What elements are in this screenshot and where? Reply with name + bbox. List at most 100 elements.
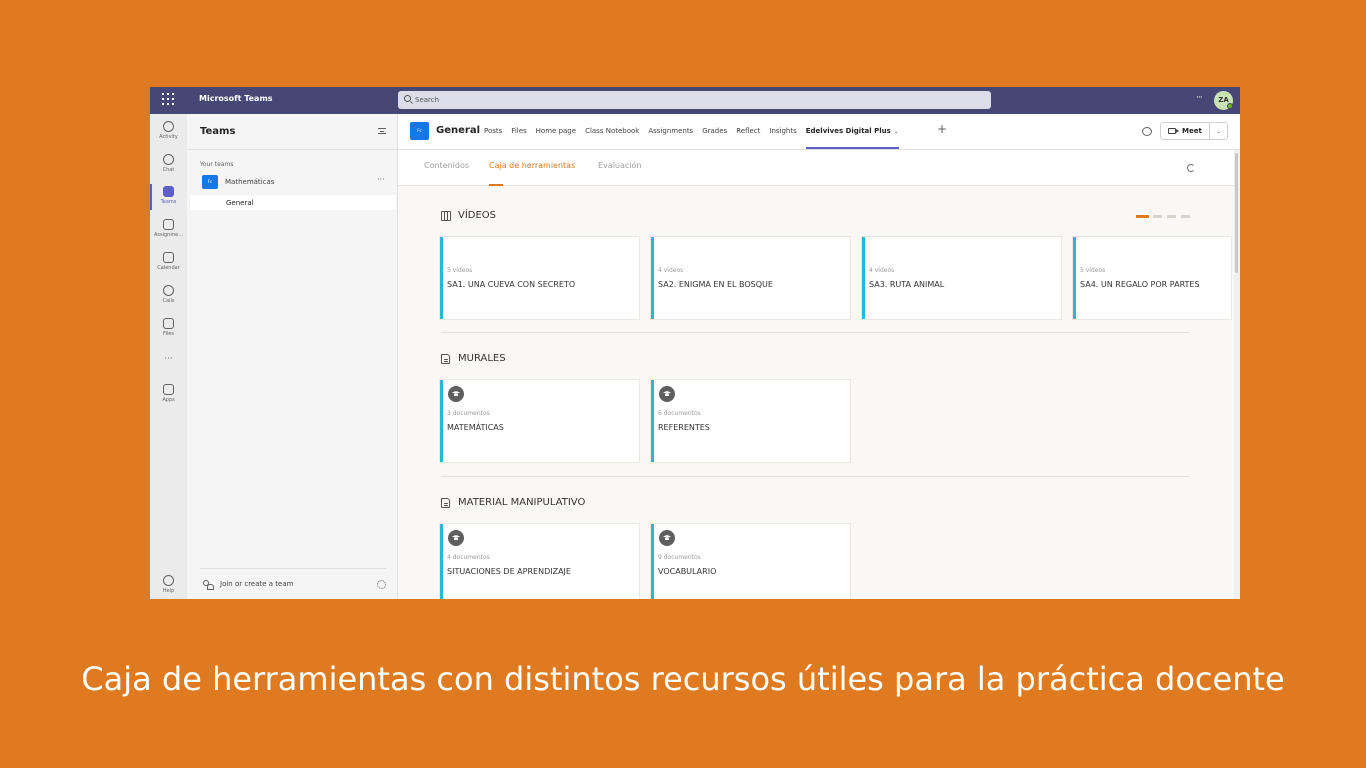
apps-icon xyxy=(163,384,174,395)
channel-header: Fc General Posts Files Home page Class N… xyxy=(398,114,1240,150)
resource-card[interactable]: 4 vídeos SA3. RUTA ANIMAL xyxy=(862,237,1061,319)
pager-dot[interactable] xyxy=(1181,215,1190,218)
section-divider xyxy=(441,332,1189,333)
tab-grades[interactable]: Grades xyxy=(702,127,727,149)
teams-icon xyxy=(163,186,174,197)
divider xyxy=(187,149,398,150)
app-name: Microsoft Teams xyxy=(199,94,273,103)
team-item[interactable]: Fc Mathemáticas ··· xyxy=(187,173,398,190)
tab-files[interactable]: Files xyxy=(511,127,526,149)
appbar-label: Teams xyxy=(160,199,177,205)
pager-dot[interactable] xyxy=(1153,215,1162,218)
document-icon xyxy=(441,498,450,508)
channel-team-avatar: Fc xyxy=(410,122,429,140)
tab-edelvives-digital-plus[interactable]: Edelvives Digital Plus ⌄ xyxy=(805,127,899,149)
card-count: 9 documentos xyxy=(658,554,701,561)
appbar-apps[interactable]: Apps xyxy=(150,382,187,412)
subtab-caja-de-herramientas[interactable]: Caja de herramientas xyxy=(489,161,575,170)
meet-button[interactable]: Meet xyxy=(1160,122,1210,140)
join-create-team-button[interactable]: Join or create a team xyxy=(200,579,390,591)
card-title: SA4. UN REGALO POR PARTES xyxy=(1080,280,1200,289)
team-avatar: Fc xyxy=(202,175,218,189)
team-more-icon[interactable]: ··· xyxy=(377,175,385,184)
appbar-more-icon[interactable]: ··· xyxy=(150,354,187,364)
tab-reflect[interactable]: Reflect xyxy=(736,127,760,149)
search-input[interactable]: Search xyxy=(398,91,991,109)
exit-icon[interactable] xyxy=(1187,164,1195,172)
people-icon xyxy=(203,580,214,590)
appbar-label: Apps xyxy=(162,397,175,403)
card-title: SA1. UNA CUEVA CON SECRETO xyxy=(447,280,576,289)
resource-card[interactable]: 4 vídeos SA2. ENIGMA EN EL BOSQUE xyxy=(651,237,850,319)
tab-assignments[interactable]: Assignments xyxy=(648,127,693,149)
your-teams-label: Your teams xyxy=(200,161,234,168)
appbar-calls[interactable]: Calls xyxy=(150,283,187,313)
filter-icon[interactable] xyxy=(378,128,386,134)
appbar-label: Calls xyxy=(162,298,175,304)
more-options-icon[interactable]: ··· xyxy=(1196,93,1203,103)
resource-card[interactable]: 3 documentos MATEMÁTICAS xyxy=(440,380,639,462)
appbar-activity[interactable]: Activity xyxy=(150,119,187,149)
card-title: VOCABULARIO xyxy=(658,567,717,576)
appbar-chat[interactable]: Chat xyxy=(150,152,187,182)
team-name: Mathemáticas xyxy=(225,178,275,186)
app-launcher-icon[interactable] xyxy=(162,93,174,105)
film-icon xyxy=(441,211,451,221)
file-icon xyxy=(163,318,174,329)
appbar-label: Files xyxy=(163,331,174,337)
resource-card[interactable]: 5 vídeos SA4. UN REGALO POR PARTES xyxy=(1073,237,1231,319)
subtab-contenidos[interactable]: Contenidos xyxy=(424,161,469,170)
meet-dropdown-button[interactable]: ⌄ xyxy=(1210,122,1228,140)
divider xyxy=(200,568,386,569)
appbar-help[interactable]: Help xyxy=(150,573,187,599)
phone-icon xyxy=(163,285,174,296)
add-tab-button[interactable]: + xyxy=(937,122,947,136)
teams-panel: Teams Your teams Fc Mathemáticas ··· Gen… xyxy=(187,114,398,599)
section-divider xyxy=(441,476,1189,477)
chevron-down-icon: ⌄ xyxy=(893,128,899,135)
gear-icon[interactable] xyxy=(377,580,386,589)
caption: Caja de herramientas con distintos recur… xyxy=(81,660,1285,698)
tab-home-page[interactable]: Home page xyxy=(536,127,576,149)
channel-name: General xyxy=(226,199,254,207)
scrollbar-thumb[interactable] xyxy=(1235,153,1238,273)
channel-title: General xyxy=(436,125,480,136)
pager-dot[interactable] xyxy=(1167,215,1176,218)
appbar-label: Chat xyxy=(162,167,175,173)
tab-posts[interactable]: Posts xyxy=(484,127,502,149)
subtab-evaluacion[interactable]: Evaluación xyxy=(598,161,641,170)
graduation-cap-icon xyxy=(448,386,464,402)
appbar-label: Calendar xyxy=(157,265,180,271)
section-title: MATERIAL MANIPULATIVO xyxy=(458,497,586,508)
teams-window: Microsoft Teams Search ··· ZA Activity C… xyxy=(150,87,1240,599)
section-title: MURALES xyxy=(458,353,506,364)
resource-card[interactable]: 5 vídeos SA1. UNA CUEVA CON SECRETO xyxy=(440,237,639,319)
graduation-cap-icon xyxy=(659,530,675,546)
resource-card[interactable]: 9 documentos VOCABULARIO xyxy=(651,524,850,599)
video-camera-icon xyxy=(1168,128,1179,134)
appbar-assignments[interactable]: Assignme... xyxy=(150,217,187,247)
assignments-icon xyxy=(163,219,174,230)
search-placeholder: Search xyxy=(415,96,440,104)
tab-class-notebook[interactable]: Class Notebook xyxy=(585,127,639,149)
graduation-cap-icon xyxy=(659,386,675,402)
channel-item-general[interactable]: General xyxy=(190,195,396,210)
panel-title: Teams xyxy=(200,126,236,137)
card-count: 3 documentos xyxy=(447,410,490,417)
resource-card[interactable]: 4 documentos SITUACIONES DE APRENDIZAJE xyxy=(440,524,639,599)
resource-card[interactable]: 6 documentos REFERENTES xyxy=(651,380,850,462)
section-title: VÍDEOS xyxy=(458,210,497,221)
tab-insights[interactable]: Insights xyxy=(769,127,796,149)
bell-icon xyxy=(163,121,174,132)
card-title: SA2. ENIGMA EN EL BOSQUE xyxy=(658,280,773,289)
card-title: MATEMÁTICAS xyxy=(447,423,504,432)
appbar-calendar[interactable]: Calendar xyxy=(150,250,187,280)
appbar-files[interactable]: Files xyxy=(150,316,187,346)
pager-dot-active[interactable] xyxy=(1136,215,1149,218)
document-icon xyxy=(441,354,450,364)
search-icon xyxy=(404,95,411,102)
conversation-icon[interactable] xyxy=(1142,127,1152,136)
card-title: REFERENTES xyxy=(658,423,710,432)
card-count: 5 vídeos xyxy=(447,267,473,274)
appbar-teams[interactable]: Teams xyxy=(150,184,187,214)
